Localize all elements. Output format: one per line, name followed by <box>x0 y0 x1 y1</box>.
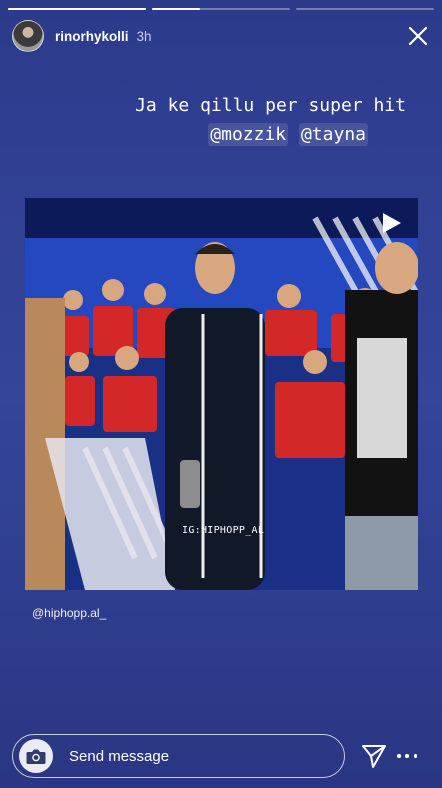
more-icon[interactable] <box>397 746 417 766</box>
story-progress-fill-2 <box>152 8 201 10</box>
camera-icon <box>26 749 46 764</box>
mention-mozzik[interactable]: @mozzik <box>208 123 289 146</box>
message-placeholder: Send message <box>69 747 170 765</box>
caption-line-2: @mozzik @tayna <box>0 123 368 146</box>
more-dot <box>397 754 401 758</box>
video-player[interactable]: IG:HIPHOPP_AL <box>25 198 418 590</box>
camera-button[interactable] <box>19 739 53 773</box>
story-footer: Send message <box>12 734 432 778</box>
username[interactable]: rinorhykolli <box>55 29 129 44</box>
more-dot <box>405 754 409 758</box>
avatar[interactable] <box>12 20 44 52</box>
close-icon[interactable] <box>406 24 430 48</box>
send-icon[interactable] <box>361 743 387 769</box>
time-ago: 3h <box>136 28 152 44</box>
video-credit[interactable]: @hiphopp.al_ <box>32 606 106 620</box>
story-progress-fill-1 <box>8 8 146 10</box>
mention-tayna[interactable]: @tayna <box>298 123 368 146</box>
more-dot <box>413 754 417 758</box>
story-progress-1 <box>8 8 146 10</box>
story-progress-3 <box>296 8 434 10</box>
video-watermark: IG:HIPHOPP_AL <box>182 525 265 536</box>
send-message-field[interactable]: Send message <box>12 734 345 778</box>
story-progress-2 <box>152 8 290 10</box>
story-header: rinorhykolli 3h <box>12 18 430 54</box>
play-icon[interactable] <box>382 212 402 234</box>
caption-line-1: Ja ke qillu per super hit <box>135 95 406 116</box>
